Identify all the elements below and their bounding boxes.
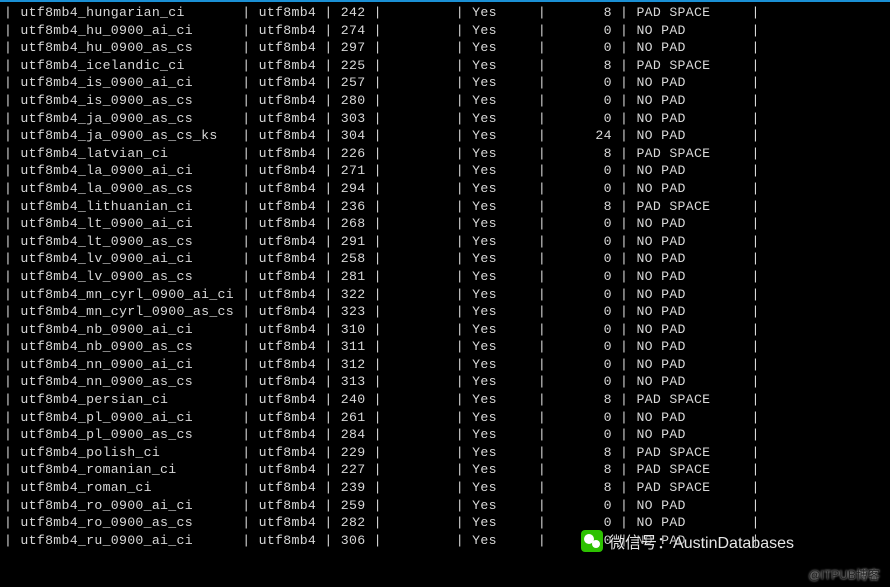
- terminal-output: | utf8mb4_hungarian_ci | utf8mb4 | 242 |…: [0, 0, 890, 549]
- footer-attribution: @ITPUB博客: [808, 566, 880, 583]
- window-active-border: [0, 0, 890, 2]
